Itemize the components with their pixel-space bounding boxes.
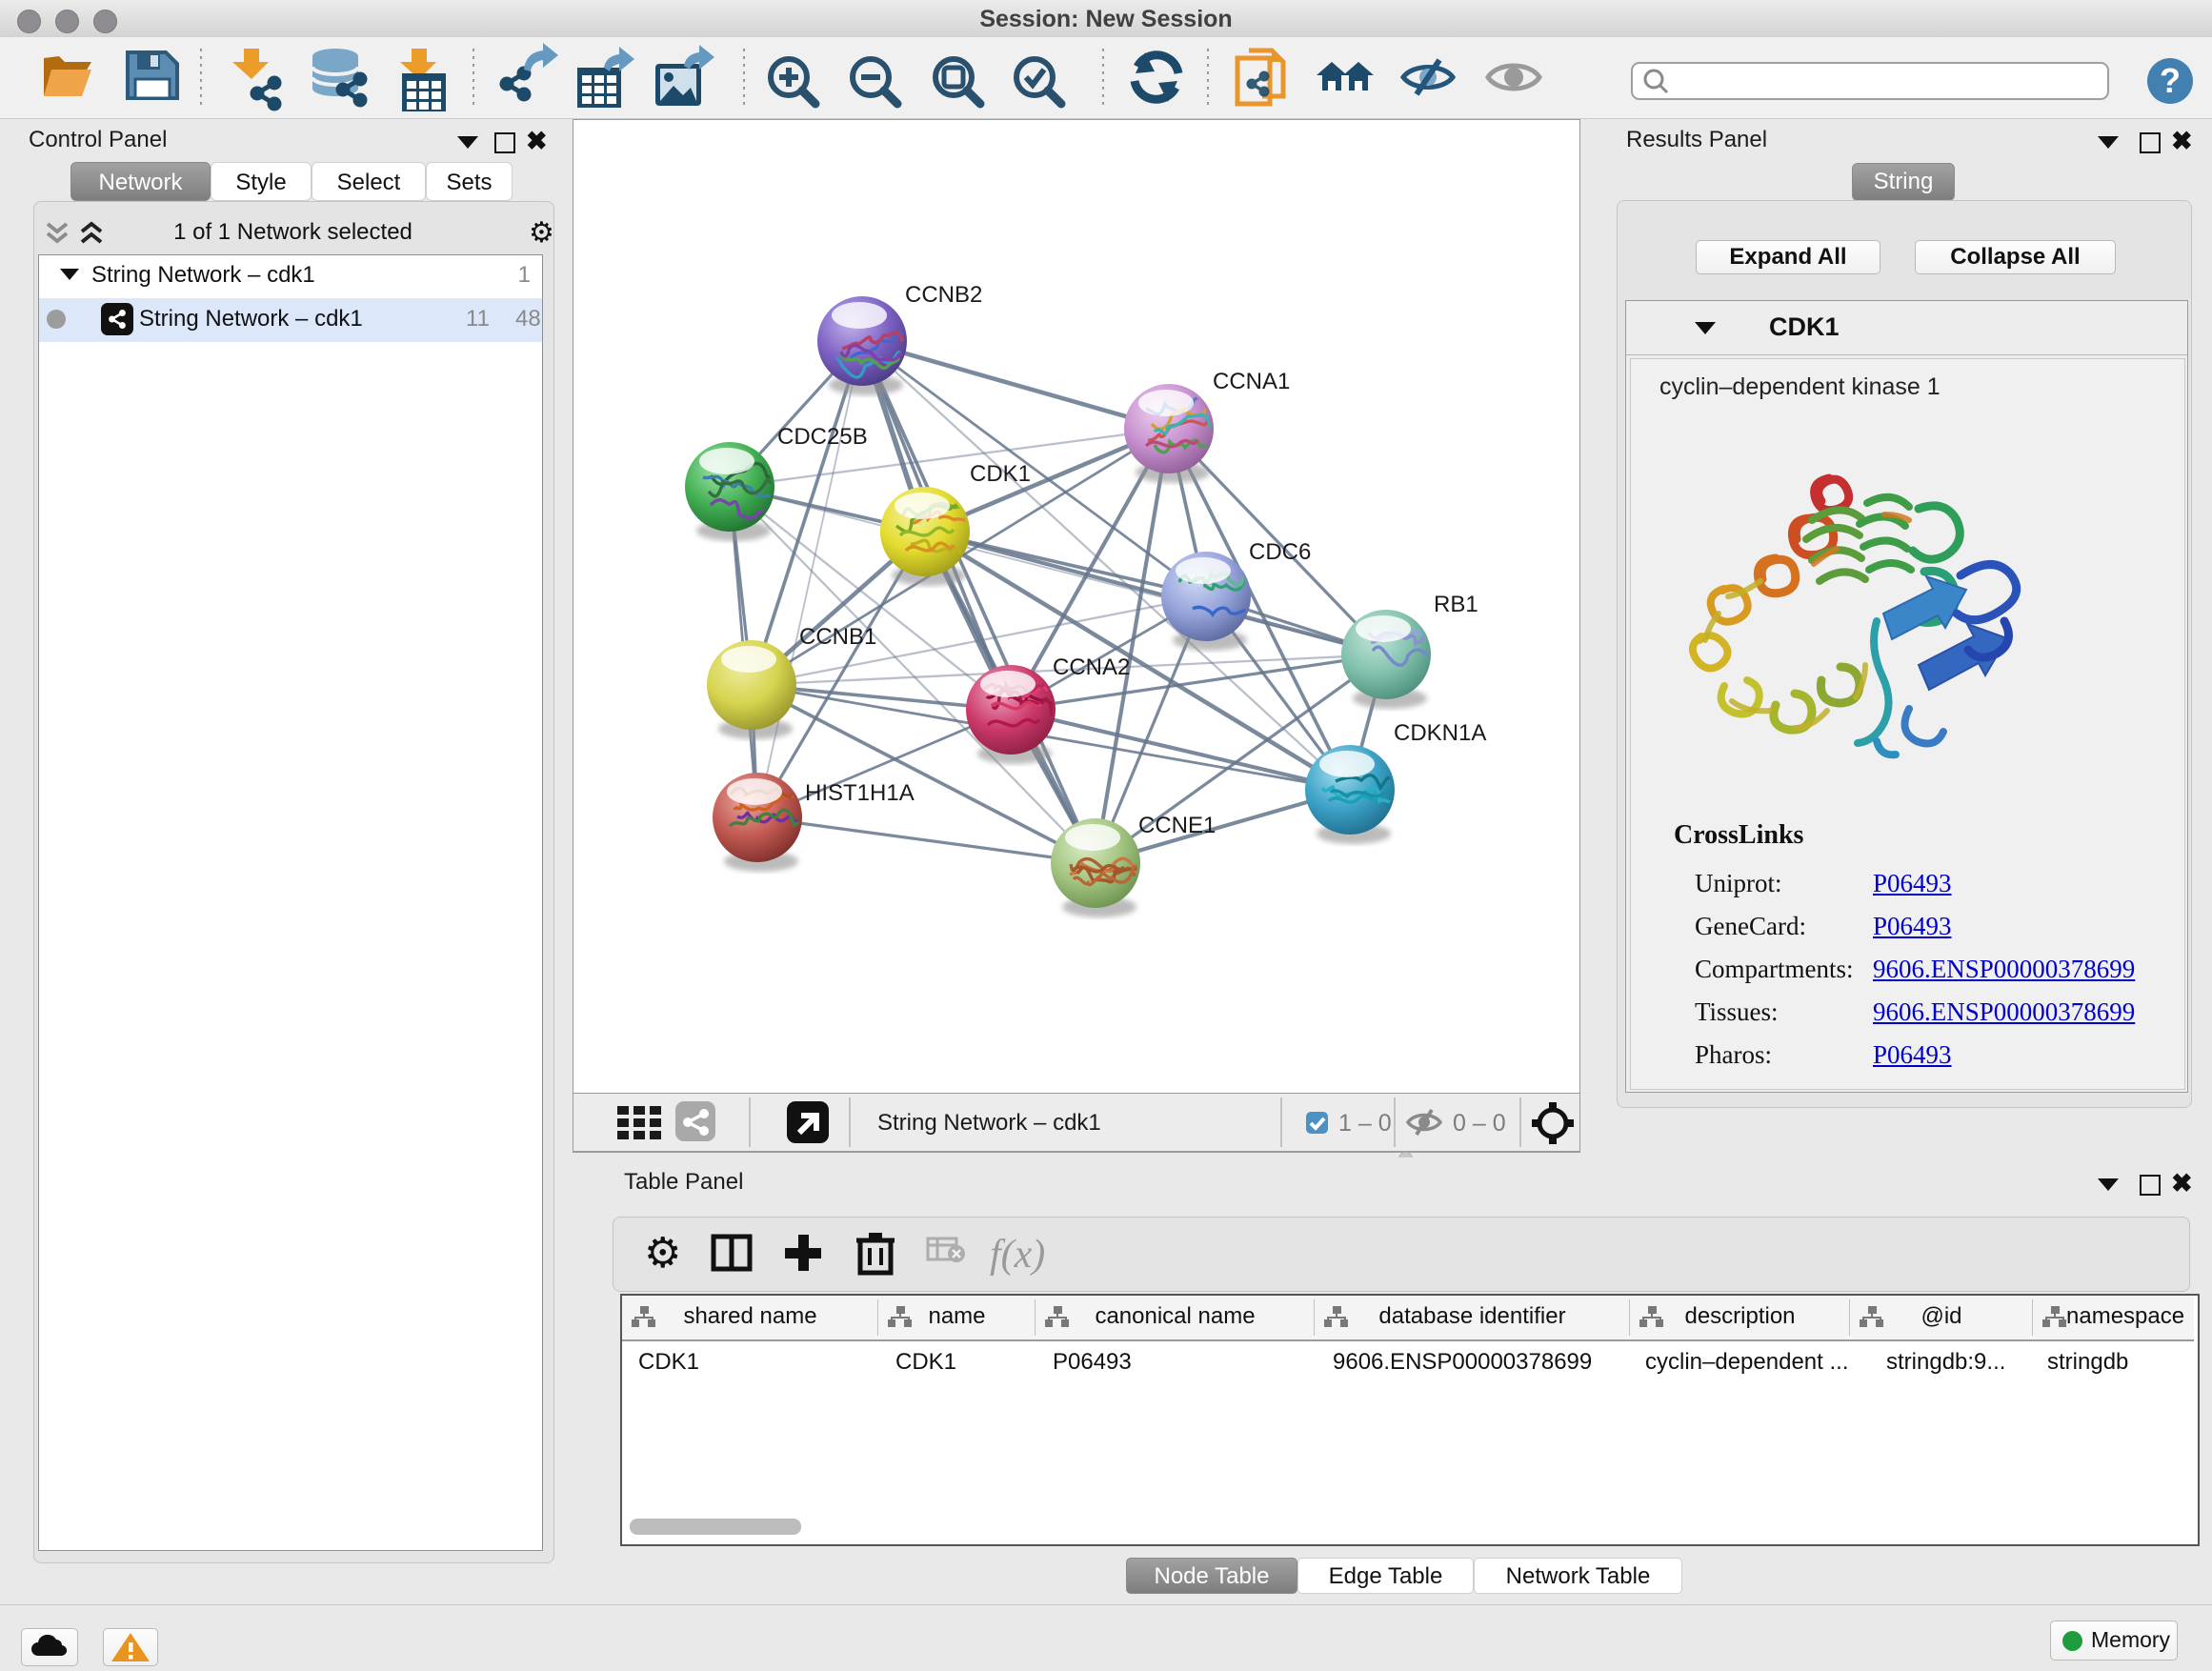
svg-text:CDC6: CDC6 <box>1249 539 1311 565</box>
svg-text:RB1: RB1 <box>1434 592 1478 617</box>
svg-text:f(x): f(x) <box>990 1233 1045 1277</box>
svg-text:1 – 0: 1 – 0 <box>1338 1110 1392 1137</box>
svg-text:CCNE1: CCNE1 <box>1138 813 1216 838</box>
svg-text:CDKN1A: CDKN1A <box>1394 720 1486 746</box>
svg-text:CCNA1: CCNA1 <box>1213 369 1290 394</box>
svg-text:String Network – cdk1: String Network – cdk1 <box>877 1110 1101 1136</box>
svg-text:CCNB1: CCNB1 <box>799 624 876 650</box>
svg-text:⚙: ⚙ <box>644 1230 681 1277</box>
svg-text:HIST1H1A: HIST1H1A <box>805 780 915 806</box>
svg-text:CDK1: CDK1 <box>970 461 1031 487</box>
svg-text:0 – 0: 0 – 0 <box>1453 1110 1506 1137</box>
svg-text:?: ? <box>2160 61 2181 100</box>
svg-text:CCNA2: CCNA2 <box>1053 654 1130 680</box>
svg-text:CDC25B: CDC25B <box>777 424 868 450</box>
svg-text:CCNB2: CCNB2 <box>905 282 982 308</box>
